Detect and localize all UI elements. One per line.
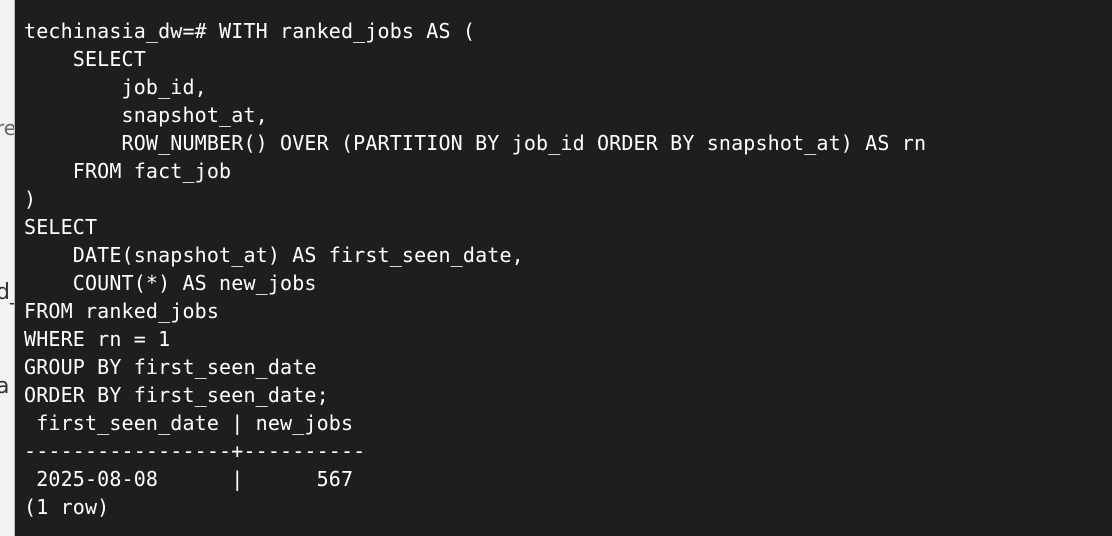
screen: re d_ a techinasia_dw=# WITH ranked_jobs…	[0, 0, 1112, 536]
sql-line: ORDER BY first_seen_date;	[24, 383, 329, 407]
sql-line: GROUP BY first_seen_date	[24, 355, 317, 379]
sql-line: FROM fact_job	[24, 159, 232, 183]
terminal-window[interactable]: techinasia_dw=# WITH ranked_jobs AS ( SE…	[15, 0, 1112, 536]
sql-line: WHERE rn = 1	[24, 327, 171, 351]
result-row-line: 2025-08-08 | 567	[24, 467, 354, 491]
background-text-fragment: d_	[0, 282, 14, 304]
sql-line: SELECT	[24, 47, 146, 71]
row-count-line: (1 row)	[24, 495, 110, 519]
sql-line: COUNT(*) AS new_jobs	[24, 271, 317, 295]
sql-line: )	[24, 187, 37, 211]
sql-line: ROW_NUMBER() OVER (PARTITION BY job_id O…	[24, 131, 927, 155]
background-text-fragment: re	[0, 116, 15, 140]
sql-line: DATE(snapshot_at) AS first_seen_date,	[24, 243, 524, 267]
sql-line: snapshot_at,	[24, 103, 268, 127]
result-header-line: first_seen_date | new_jobs	[24, 411, 354, 435]
background-text-fragment: a	[0, 376, 9, 398]
sql-line: SELECT	[24, 215, 98, 239]
sql-line: FROM ranked_jobs	[24, 299, 220, 323]
background-window-edge[interactable]: re d_ a	[0, 0, 15, 536]
result-separator-line: -----------------+----------	[24, 439, 366, 463]
terminal-prompt-line: techinasia_dw=# WITH ranked_jobs AS (	[24, 19, 476, 43]
sql-line: job_id,	[24, 75, 207, 99]
